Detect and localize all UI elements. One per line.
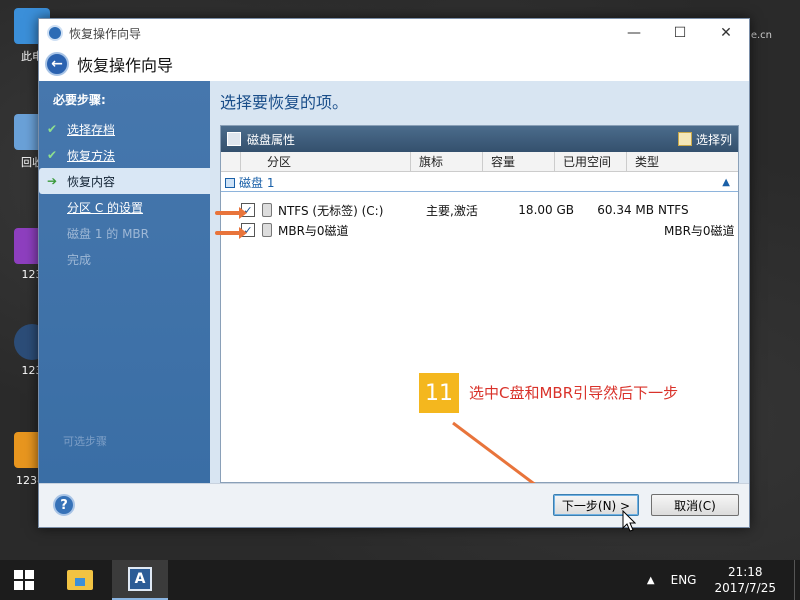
clock[interactable]: 21:18 2017/7/25 — [714, 564, 776, 596]
cancel-button[interactable]: 取消(C) — [651, 494, 739, 516]
check-icon: ✔ — [47, 122, 58, 136]
check-icon: ✔ — [47, 148, 58, 162]
system-tray: ▲ ENG 21:18 2017/7/25 — [647, 560, 800, 600]
back-button[interactable]: ← — [45, 52, 69, 76]
show-desktop-button[interactable] — [794, 560, 800, 600]
arrow-left-icon: ← — [51, 56, 63, 72]
windows-logo-icon — [14, 570, 34, 590]
cell-partition-name: MBR与0磁道 — [278, 223, 349, 238]
window-title: 恢复操作向导 — [69, 26, 142, 41]
step-label: 选择存档 — [67, 122, 116, 137]
minimize-icon: — — [627, 25, 641, 41]
required-steps-heading: 必要步骤: — [53, 93, 106, 107]
minimize-button[interactable]: — — [611, 19, 657, 47]
step-label: 恢复方法 — [67, 148, 116, 163]
instruction-note: 选中C盘和MBR引导然后下一步 — [469, 384, 679, 402]
partition-icon — [262, 223, 272, 237]
main-title: 选择要恢复的项。 — [220, 93, 349, 112]
wizard-title: 恢复操作向导 — [77, 56, 174, 75]
mouse-cursor-icon — [622, 510, 636, 532]
annotation-arrow — [215, 227, 247, 239]
cell-type: NTFS — [658, 203, 689, 217]
step-label: 分区 C 的设置 — [67, 200, 144, 215]
optional-steps-label: 可选步骤 — [63, 435, 107, 448]
acronis-taskbar-icon: A — [128, 567, 152, 591]
wizard-footer: ? 下一步(N) > 取消(C) — [39, 483, 749, 527]
step-label: 完成 — [67, 252, 92, 267]
close-icon: ✕ — [720, 25, 732, 41]
step-finish: 完成 — [39, 246, 210, 272]
maximize-icon: ☐ — [673, 25, 687, 41]
cell-type: MBR与0磁道 — [664, 223, 735, 238]
table-header: 分区 旗标 容量 已用空间 类型 — [221, 152, 738, 172]
show-hidden-icons-button[interactable]: ▲ — [647, 575, 655, 586]
folder-icon — [67, 570, 93, 590]
column-header-used-space[interactable]: 已用空间 — [555, 152, 627, 171]
step-select-archive[interactable]: ✔ 选择存档 — [39, 116, 210, 142]
annotation-arrow — [215, 207, 247, 219]
partition-icon — [262, 203, 272, 217]
column-header-capacity[interactable]: 容量 — [483, 152, 555, 171]
disk-group-icon — [225, 177, 235, 188]
input-language-indicator[interactable]: ENG — [671, 573, 697, 587]
clock-date: 2017/7/25 — [714, 581, 776, 595]
disk-icon — [227, 132, 241, 146]
recovery-wizard-window: 恢复操作向导 — ☐ ✕ ← 恢复操作向导 必要步骤: ✔ 选择存档 ✔ 恢复方… — [38, 18, 750, 528]
cell-flags: 主要,激活 — [426, 203, 478, 218]
step-label: 恢复内容 — [67, 174, 116, 189]
collapse-icon[interactable]: ▲ — [722, 177, 738, 188]
arrow-right-icon: ➔ — [47, 174, 58, 188]
taskbar: A ▲ ENG 21:18 2017/7/25 — [0, 560, 800, 600]
help-button[interactable]: ? — [53, 494, 75, 516]
title-bar: 恢复操作向导 — ☐ ✕ — [39, 19, 749, 47]
wizard-content: 必要步骤: ✔ 选择存档 ✔ 恢复方法 ➔ 恢复内容 分区 C 的设置 磁盘 1… — [39, 81, 749, 483]
columns-icon — [677, 132, 692, 146]
disk-group-row[interactable]: 磁盘 1 ▲ — [221, 174, 738, 192]
steps-sidebar: 必要步骤: ✔ 选择存档 ✔ 恢复方法 ➔ 恢复内容 分区 C 的设置 磁盘 1… — [39, 81, 210, 483]
step-recovery-method[interactable]: ✔ 恢复方法 — [39, 142, 210, 168]
step-number-badge: 11 — [419, 373, 459, 413]
select-columns-button[interactable]: 选择列 — [696, 131, 732, 148]
wizard-header: ← 恢复操作向导 — [39, 47, 749, 81]
watermark-text: e.cn — [750, 30, 772, 41]
taskbar-file-explorer[interactable] — [56, 560, 104, 600]
help-icon: ? — [60, 497, 68, 513]
clock-time: 21:18 — [727, 565, 763, 579]
column-header-type[interactable]: 类型 — [627, 152, 738, 171]
start-button[interactable] — [0, 560, 48, 600]
column-header-flags[interactable]: 旗标 — [411, 152, 483, 171]
column-header-partition[interactable]: 分区 — [241, 152, 411, 171]
step-recovery-content[interactable]: ➔ 恢复内容 — [39, 168, 210, 194]
table-row[interactable]: ✓ MBR与0磁道 MBR与0磁道 — [221, 220, 738, 240]
table-row[interactable]: ✓ NTFS (无标签) (C:) 主要,激活 18.00 GB 60.34 M… — [221, 200, 738, 220]
maximize-button[interactable]: ☐ — [657, 19, 703, 47]
cell-used-space: 60.34 MB — [597, 203, 654, 217]
step-disk1-mbr: 磁盘 1 的 MBR — [39, 220, 210, 246]
panel-title: 磁盘属性 — [247, 132, 296, 147]
panel-header: 磁盘属性 选择列 — [221, 126, 738, 152]
disk-group-label: 磁盘 1 — [239, 176, 275, 190]
acronis-app-icon — [47, 25, 63, 41]
cell-partition-name: NTFS (无标签) (C:) — [278, 203, 384, 218]
cell-capacity: 18.00 GB — [518, 203, 574, 217]
step-label: 磁盘 1 的 MBR — [67, 226, 150, 241]
taskbar-acronis[interactable]: A — [112, 560, 168, 600]
step-partition-c-settings[interactable]: 分区 C 的设置 — [39, 194, 210, 220]
close-button[interactable]: ✕ — [703, 19, 749, 47]
